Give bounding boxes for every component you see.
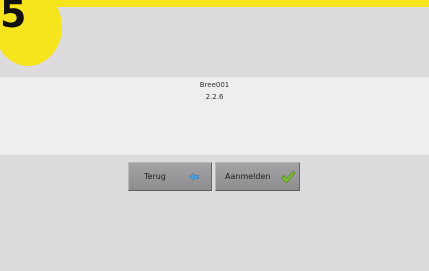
back-button[interactable]: Terug bbox=[128, 162, 212, 191]
device-version: 2.2.6 bbox=[205, 93, 224, 101]
back-button-label: Terug bbox=[144, 172, 166, 181]
step-badge: 5 bbox=[0, 0, 62, 66]
login-button[interactable]: Aanmelden bbox=[215, 162, 300, 191]
login-button-label: Aanmelden bbox=[225, 172, 271, 181]
step-number: 5 bbox=[0, 0, 27, 36]
back-arrow-icon bbox=[189, 172, 199, 182]
checkmark-icon bbox=[281, 170, 296, 184]
device-name: Bree001 bbox=[199, 81, 230, 89]
top-accent-strip bbox=[0, 0, 429, 7]
